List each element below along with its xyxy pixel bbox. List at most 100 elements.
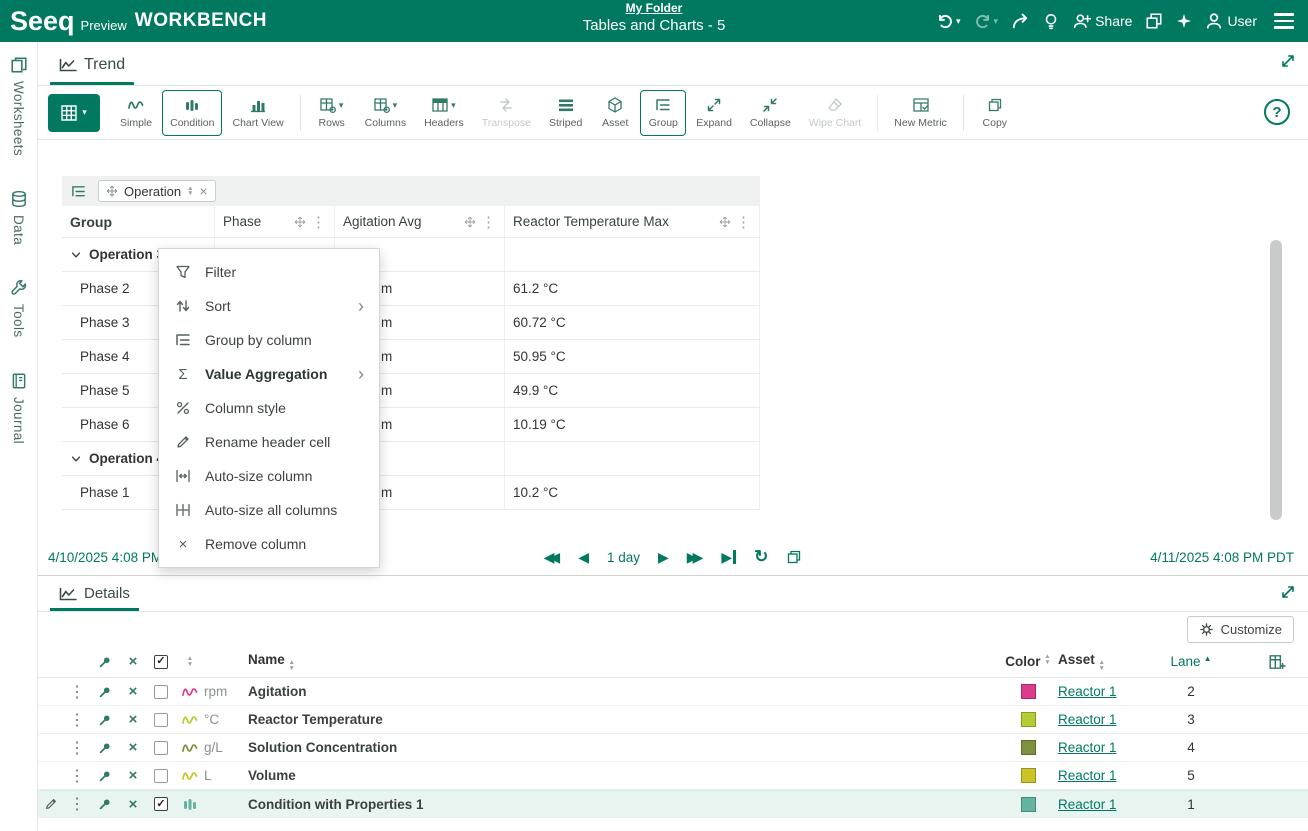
step-back-icon[interactable]: ◀ — [578, 549, 589, 566]
collapse-chevron-icon[interactable] — [70, 249, 82, 261]
column-header-asset[interactable]: Asset ▲▼ — [1058, 652, 1162, 671]
select-all-checkbox[interactable]: ✓ — [154, 655, 168, 669]
menu-item-auto-size-column[interactable]: Auto-size column — [159, 459, 379, 493]
table-type-dropdown[interactable]: ▾ — [48, 94, 100, 132]
toolbar-button-collapse[interactable]: Collapse — [742, 90, 799, 136]
color-swatch[interactable] — [1021, 712, 1036, 727]
menu-item-column-style[interactable]: Column style — [159, 391, 379, 425]
remove-icon[interactable]: × — [120, 683, 146, 700]
step-forward-full-icon[interactable]: ▶▶ — [687, 549, 704, 566]
toolbar-button-asset[interactable]: Asset — [592, 90, 638, 136]
detail-row-agitation[interactable]: ⋮ × rpm Agitation Reactor 1 2 — [38, 678, 1308, 706]
skip-to-now-icon[interactable]: ▶ — [721, 550, 736, 564]
sort-type-icon[interactable]: ▲▼ — [187, 656, 193, 667]
asset-link[interactable]: Reactor 1 — [1058, 740, 1117, 755]
expand-details-panel-icon[interactable] — [1280, 584, 1296, 600]
menu-item-value-aggregation[interactable]: Σ Value Aggregation › — [159, 357, 379, 391]
tab-details[interactable]: Details — [50, 579, 139, 611]
toolbar-button-copy[interactable]: Copy — [972, 90, 1018, 136]
row-menu-icon[interactable]: ⋮ — [64, 710, 90, 730]
sidebar-item-worksheets[interactable]: Worksheets — [10, 56, 28, 156]
toolbar-button-striped[interactable]: Striped — [541, 90, 590, 136]
refresh-icon[interactable]: ↻ — [754, 547, 768, 567]
duration-label[interactable]: 1 day — [607, 550, 640, 565]
column-header-phase[interactable]: Phase ⋮ — [215, 206, 335, 237]
sidebar-item-tools[interactable]: Tools — [10, 279, 28, 338]
menu-item-remove-column[interactable]: × Remove column — [159, 527, 379, 561]
redo-button[interactable]: ▾ — [974, 12, 999, 30]
remove-icon[interactable]: × — [120, 739, 146, 756]
color-swatch[interactable] — [1021, 740, 1036, 755]
toolbar-button-group[interactable]: Group — [640, 90, 686, 136]
help-button[interactable]: ? — [1264, 99, 1290, 125]
undo-button[interactable]: ▾ — [936, 12, 961, 30]
user-menu-button[interactable]: User — [1205, 12, 1257, 30]
menu-item-group-by-column[interactable]: Group by column — [159, 323, 379, 357]
ai-assistant-button[interactable] — [1176, 13, 1192, 29]
toolbar-button-expand[interactable]: Expand — [688, 90, 740, 136]
column-header-group[interactable]: Group — [62, 206, 215, 237]
column-header-name[interactable]: Name ▲▼ — [248, 652, 998, 671]
row-checkbox[interactable] — [154, 741, 168, 755]
menu-item-rename-header-cell[interactable]: Rename header cell — [159, 425, 379, 459]
row-menu-icon[interactable]: ⋮ — [64, 682, 90, 702]
column-menu-icon[interactable]: ⋮ — [736, 213, 751, 231]
undo-caret-icon[interactable]: ▾ — [956, 16, 961, 27]
row-checkbox[interactable] — [154, 769, 168, 783]
item-name[interactable]: Agitation — [248, 684, 998, 699]
step-forward-icon[interactable]: ▶ — [658, 549, 669, 566]
remove-all-icon[interactable]: × — [120, 653, 146, 670]
asset-link[interactable]: Reactor 1 — [1058, 797, 1117, 812]
copy-timerange-icon[interactable] — [786, 549, 802, 565]
detail-row-condition-with-properties[interactable]: ⋮ × ✓ Condition with Properties 1 Reacto… — [38, 790, 1308, 818]
add-column-icon[interactable] — [1220, 653, 1308, 671]
move-handle-icon[interactable] — [106, 185, 118, 197]
tab-trend[interactable]: Trend — [50, 48, 134, 85]
remove-icon[interactable]: × — [120, 796, 146, 813]
collapse-chevron-icon[interactable] — [70, 453, 82, 465]
item-name[interactable]: Volume — [248, 768, 998, 783]
toolbar-button-condition[interactable]: Condition — [162, 90, 222, 136]
asset-link[interactable]: Reactor 1 — [1058, 712, 1117, 727]
forward-button[interactable] — [1011, 12, 1029, 30]
column-menu-icon[interactable]: ⋮ — [311, 213, 326, 231]
color-swatch[interactable] — [1021, 768, 1036, 783]
remove-icon[interactable]: × — [120, 711, 146, 728]
customize-button[interactable]: Customize — [1187, 616, 1294, 643]
pin-icon[interactable] — [90, 769, 120, 783]
sidebar-item-journal[interactable]: Journal — [10, 372, 28, 444]
toolbar-button-columns[interactable]: ▾ Columns — [357, 90, 414, 136]
breadcrumb-folder-link[interactable]: My Folder — [583, 1, 726, 15]
toolbar-button-simple[interactable]: Simple — [112, 90, 160, 136]
menu-item-filter[interactable]: Filter — [159, 255, 379, 289]
asset-link[interactable]: Reactor 1 — [1058, 684, 1117, 699]
row-checkbox[interactable]: ✓ — [154, 797, 168, 811]
row-menu-icon[interactable]: ⋮ — [64, 738, 90, 758]
pin-icon[interactable] — [90, 713, 120, 727]
toolbar-button-chart-view[interactable]: Chart View — [224, 90, 291, 136]
detail-row-volume[interactable]: ⋮ × L Volume Reactor 1 5 — [38, 762, 1308, 790]
move-handle-icon[interactable] — [464, 216, 476, 228]
asset-link[interactable]: Reactor 1 — [1058, 768, 1117, 783]
color-swatch[interactable] — [1021, 684, 1036, 699]
toolbar-button-headers[interactable]: ▾ Headers — [416, 90, 472, 136]
toolbar-button-new-metric[interactable]: New Metric — [886, 90, 955, 136]
column-header-color[interactable]: Color ▲▼ — [998, 654, 1058, 669]
move-handle-icon[interactable] — [294, 216, 306, 228]
pin-icon[interactable] — [90, 797, 120, 811]
remove-icon[interactable]: × — [120, 767, 146, 784]
row-menu-icon[interactable]: ⋮ — [64, 766, 90, 786]
worksheets-panel-button[interactable] — [1145, 12, 1163, 30]
sort-icon[interactable]: ▲▼ — [1099, 660, 1105, 671]
item-name[interactable]: Solution Concentration — [248, 740, 998, 755]
pin-icon[interactable] — [90, 655, 120, 669]
detail-row-solution-concentration[interactable]: ⋮ × g/L Solution Concentration Reactor 1… — [38, 734, 1308, 762]
share-button[interactable]: Share — [1073, 12, 1132, 30]
menu-item-auto-size-all-columns[interactable]: Auto-size all columns — [159, 493, 379, 527]
step-back-full-icon[interactable]: ◀◀ — [544, 549, 561, 566]
row-checkbox[interactable] — [154, 685, 168, 699]
column-header-agitation-avg[interactable]: Agitation Avg ⋮ — [335, 206, 505, 237]
hamburger-menu-icon[interactable] — [1274, 13, 1294, 29]
suggestions-button[interactable] — [1042, 12, 1060, 30]
column-header-lane[interactable]: Lane▲ — [1162, 654, 1220, 669]
